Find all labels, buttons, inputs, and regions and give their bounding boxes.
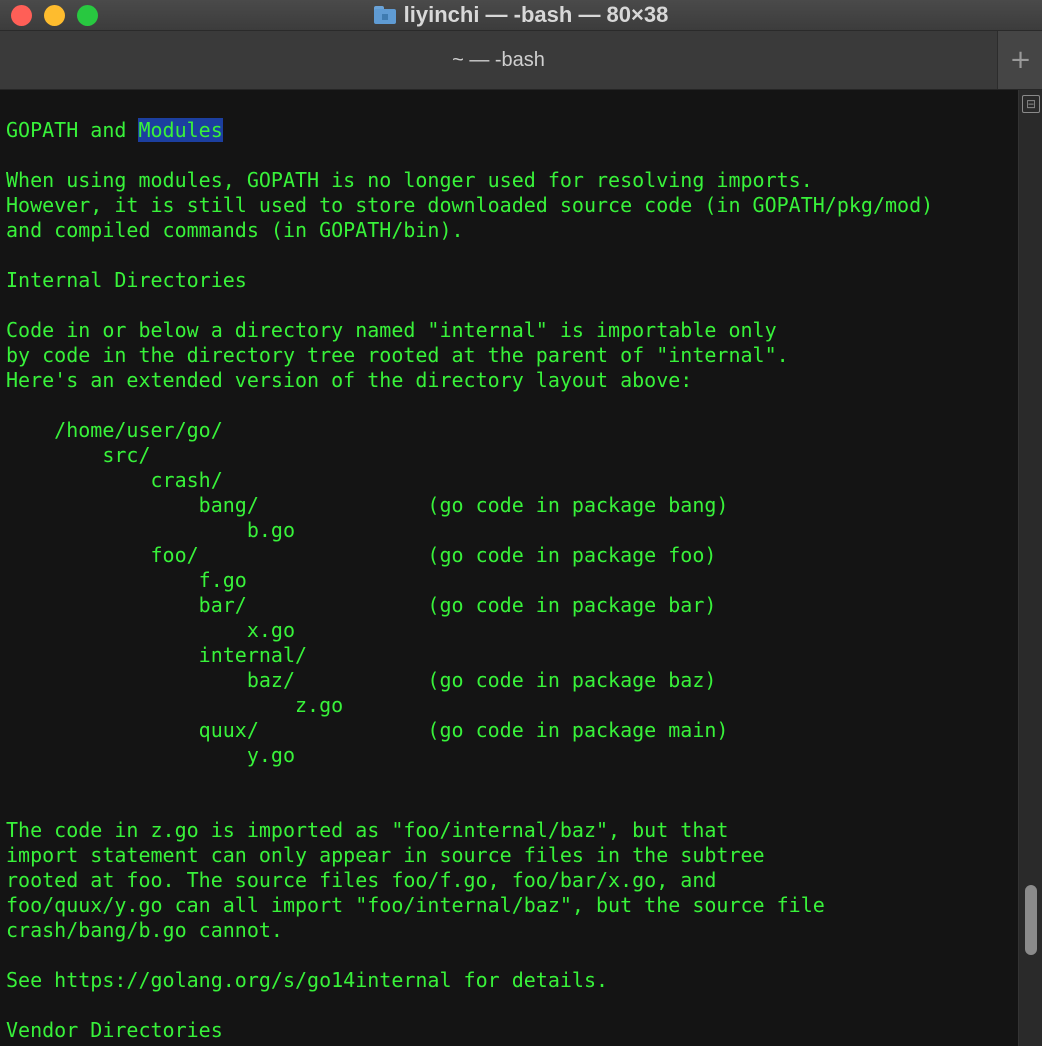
terminal-line: y.go bbox=[6, 743, 295, 767]
split-pane-icon[interactable]: ⊟ bbox=[1022, 95, 1040, 113]
terminal-line: However, it is still used to store downl… bbox=[6, 193, 934, 217]
terminal-line: When using modules, GOPATH is no longer … bbox=[6, 168, 813, 192]
terminal-line: internal/ bbox=[6, 643, 308, 667]
terminal-line: See https://golang.org/s/go14internal fo… bbox=[6, 968, 609, 992]
terminal-line: f.go bbox=[6, 568, 247, 592]
terminal-line: foo/ (go code in package foo) bbox=[6, 543, 717, 567]
terminal-line: and compiled commands (in GOPATH/bin). bbox=[6, 218, 464, 242]
tab-bar: ~ — -bash + bbox=[0, 31, 1042, 90]
title-bar[interactable]: liyinchi — -bash — 80×38 bbox=[0, 0, 1042, 31]
terminal-line: by code in the directory tree rooted at … bbox=[6, 343, 789, 367]
terminal-line: foo/quux/y.go can all import "foo/intern… bbox=[6, 893, 825, 917]
terminal-line: crash/ bbox=[6, 468, 223, 492]
terminal-line: z.go bbox=[6, 693, 344, 717]
terminal-line: baz/ (go code in package baz) bbox=[6, 668, 717, 692]
terminal-line: b.go bbox=[6, 518, 295, 542]
plus-icon: + bbox=[1009, 45, 1032, 75]
minimize-button[interactable] bbox=[44, 5, 65, 26]
close-button[interactable] bbox=[11, 5, 32, 26]
selected-text: Modules bbox=[138, 118, 223, 142]
scrollbar-thumb[interactable] bbox=[1025, 885, 1037, 955]
terminal-window: liyinchi — -bash — 80×38 ~ — -bash + GOP… bbox=[0, 0, 1042, 1046]
terminal-line: src/ bbox=[6, 443, 151, 467]
terminal-line: bar/ (go code in package bar) bbox=[6, 593, 717, 617]
terminal-line: bang/ (go code in package bang) bbox=[6, 493, 729, 517]
terminal-line: quux/ (go code in package main) bbox=[6, 718, 729, 742]
terminal-line: import statement can only appear in sour… bbox=[6, 843, 765, 867]
terminal-line: rooted at foo. The source files foo/f.go… bbox=[6, 868, 717, 892]
terminal-line: The code in z.go is imported as "foo/int… bbox=[6, 818, 729, 842]
new-tab-button[interactable]: + bbox=[997, 31, 1042, 89]
home-folder-icon bbox=[373, 6, 396, 24]
split-pane-label: ⊟ bbox=[1025, 97, 1037, 111]
tab-label: ~ — -bash bbox=[452, 48, 545, 71]
terminal-line: x.go bbox=[6, 618, 295, 642]
window-title-group: liyinchi — -bash — 80×38 bbox=[373, 2, 669, 28]
terminal-line: /home/user/go/ bbox=[6, 418, 223, 442]
terminal-output[interactable]: GOPATH and Modules When using modules, G… bbox=[0, 90, 1018, 1046]
terminal-line: crash/bang/b.go cannot. bbox=[6, 918, 283, 942]
window-title: liyinchi — -bash — 80×38 bbox=[403, 2, 669, 27]
zoom-button[interactable] bbox=[77, 5, 98, 26]
text-segment: GOPATH and bbox=[6, 118, 139, 142]
terminal-line: Internal Directories bbox=[6, 268, 247, 292]
terminal-line: Here's an extended version of the direct… bbox=[6, 368, 693, 392]
tab-bash[interactable]: ~ — -bash bbox=[0, 31, 997, 89]
terminal-line: Code in or below a directory named "inte… bbox=[6, 318, 777, 342]
terminal-line: GOPATH and Modules bbox=[6, 118, 223, 143]
terminal-line: Vendor Directories bbox=[6, 1018, 223, 1042]
window-controls bbox=[11, 5, 98, 26]
